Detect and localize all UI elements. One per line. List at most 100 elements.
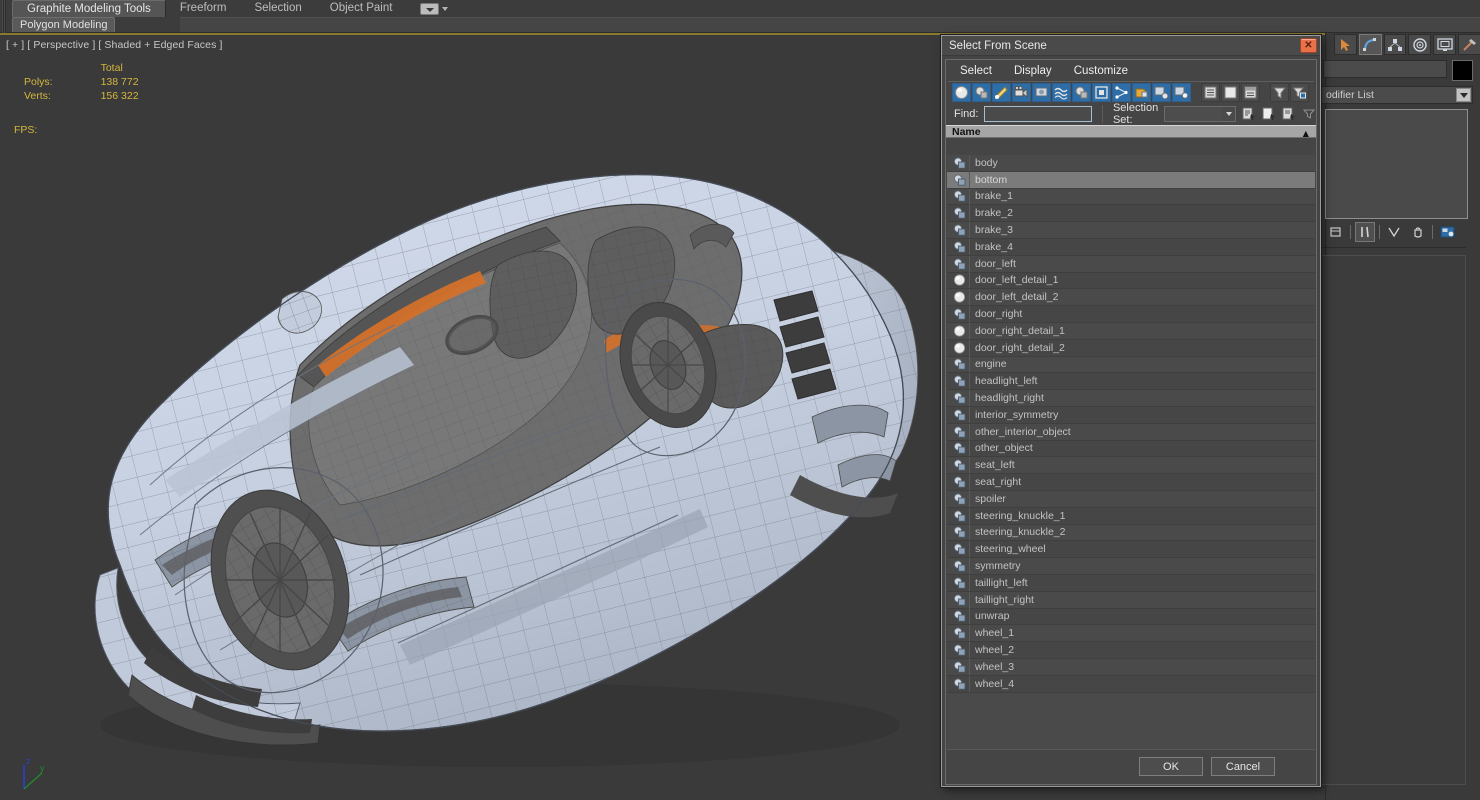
select-by-name-button[interactable]: [1242, 106, 1256, 123]
table-row[interactable]: door_right_detail_2: [947, 339, 1315, 357]
table-row[interactable]: door_left: [947, 255, 1315, 273]
table-row[interactable]: interior_symmetry: [947, 406, 1315, 424]
table-row[interactable]: taillight_right: [947, 591, 1315, 609]
table-row[interactable]: door_right_detail_1: [947, 322, 1315, 340]
display-groups-button[interactable]: [1072, 83, 1091, 102]
object-color-swatch[interactable]: [1452, 60, 1473, 81]
make-unique-button[interactable]: [1384, 222, 1404, 242]
display-tab[interactable]: [1433, 34, 1457, 55]
display-children-button[interactable]: [1152, 83, 1171, 102]
modifier-list-dropdown[interactable]: odifier List: [1320, 86, 1473, 104]
mesh-icon: [952, 643, 967, 657]
columns-view-button[interactable]: [1241, 83, 1260, 102]
table-row[interactable]: unwrap: [947, 608, 1315, 626]
table-row[interactable]: symmetry: [947, 558, 1315, 575]
object-name: taillight_left: [975, 576, 1028, 589]
cancel-button[interactable]: Cancel: [1211, 757, 1275, 776]
divider: [1350, 225, 1351, 239]
funnel-icon: [1273, 87, 1286, 99]
list-view-button[interactable]: [1201, 83, 1220, 102]
search-input[interactable]: [984, 106, 1093, 122]
ribbon-tab-graphite-modeling-tools[interactable]: Graphite Modeling Tools: [12, 0, 166, 17]
table-row[interactable]: brake_3: [947, 222, 1315, 239]
table-row[interactable]: steering_knuckle_2: [947, 524, 1315, 542]
hierarchy-tab[interactable]: [1383, 34, 1407, 55]
object-name: door_right_detail_1: [975, 324, 1065, 337]
table-row[interactable]: other_object: [947, 440, 1315, 458]
blank-page-icon: [1224, 86, 1237, 99]
select-invert-button[interactable]: [1282, 106, 1296, 123]
display-xrefs-button[interactable]: [1092, 83, 1111, 102]
filter-button[interactable]: [1270, 83, 1289, 102]
display-cameras-button[interactable]: [1012, 83, 1031, 102]
mesh-icon: [953, 308, 966, 320]
table-row[interactable]: bottom: [947, 171, 1315, 189]
menu-item-display[interactable]: Display: [1014, 65, 1052, 77]
table-row[interactable]: seat_right: [947, 474, 1315, 491]
table-row[interactable]: brake_4: [947, 238, 1315, 256]
ribbon-tab-selection[interactable]: Selection: [240, 0, 315, 17]
table-row[interactable]: brake_2: [947, 205, 1315, 223]
display-space-warps-button[interactable]: [1052, 83, 1071, 102]
table-row[interactable]: wheel_2: [947, 642, 1315, 659]
filter-dropdown-button[interactable]: [1302, 106, 1316, 123]
chevron-down-icon[interactable]: [1222, 107, 1235, 121]
table-row[interactable]: spoiler: [947, 490, 1315, 508]
display-bones-button[interactable]: [1112, 83, 1131, 102]
utilities-tab[interactable]: [1458, 34, 1480, 55]
table-row[interactable]: steering_wheel: [947, 541, 1315, 559]
ribbon-tab-label: Freeform: [179, 2, 227, 14]
display-influences-button[interactable]: [1172, 83, 1191, 102]
menu-item-select[interactable]: Select: [960, 65, 992, 77]
table-row[interactable]: wheel_3: [947, 658, 1315, 676]
display-shapes-button[interactable]: [972, 83, 991, 102]
dialog-title-bar[interactable]: Select From Scene ✕: [942, 36, 1320, 56]
display-lights-button[interactable]: [992, 83, 1011, 102]
modifier-stack-list[interactable]: [1325, 109, 1468, 219]
advanced-filter-button[interactable]: [1290, 83, 1309, 102]
modify-tab[interactable]: [1358, 34, 1382, 55]
table-row[interactable]: steering_knuckle_1: [947, 507, 1315, 525]
table-row[interactable]: wheel_4: [947, 675, 1315, 693]
scene-object-list[interactable]: body bottom brake_1 brake_2 brake_3 brake_4 do…: [947, 155, 1315, 749]
create-tab[interactable]: [1334, 34, 1357, 55]
table-row[interactable]: door_left_detail_2: [947, 289, 1315, 307]
select-none-button[interactable]: [1262, 106, 1276, 123]
show-end-result-button[interactable]: [1355, 222, 1375, 242]
page-cursor-icon: [1262, 107, 1275, 121]
chevron-down-icon[interactable]: [1456, 88, 1471, 102]
display-geometry-button[interactable]: [952, 83, 971, 102]
object-name-field[interactable]: [1323, 60, 1447, 78]
ribbon-view-dropdown[interactable]: [420, 2, 456, 15]
table-row[interactable]: seat_left: [947, 457, 1315, 475]
display-helpers-button[interactable]: [1032, 83, 1051, 102]
ribbon-subtab-polygon-modeling[interactable]: Polygon Modeling: [12, 17, 116, 32]
table-row[interactable]: wheel_1: [947, 625, 1315, 643]
ok-button[interactable]: OK: [1139, 757, 1203, 776]
list-column-header[interactable]: Name ▲: [946, 125, 1316, 140]
ribbon-tab-object-paint[interactable]: Object Paint: [316, 0, 407, 17]
remove-modifier-button[interactable]: [1408, 222, 1428, 242]
table-row[interactable]: brake_1: [947, 188, 1315, 206]
table-row[interactable]: taillight_left: [947, 574, 1315, 592]
table-row[interactable]: headlight_left: [947, 373, 1315, 391]
detail-view-button[interactable]: [1221, 83, 1240, 102]
table-row[interactable]: body: [947, 155, 1315, 172]
table-row[interactable]: headlight_right: [947, 390, 1315, 407]
table-row[interactable]: door_left_detail_1: [947, 272, 1315, 290]
configure-modifier-sets-button[interactable]: [1437, 222, 1457, 242]
menu-item-customize[interactable]: Customize: [1074, 65, 1128, 77]
sphere-icon: [953, 342, 966, 354]
table-row[interactable]: door_right: [947, 306, 1315, 323]
table-row[interactable]: engine: [947, 356, 1315, 374]
table-row[interactable]: other_interior_object: [947, 423, 1315, 441]
motion-tab[interactable]: [1408, 34, 1432, 55]
selection-set-dropdown[interactable]: [1164, 106, 1236, 122]
object-name: interior_symmetry: [975, 408, 1059, 421]
ribbon-tab-freeform[interactable]: Freeform: [166, 0, 241, 17]
pin-stack-button[interactable]: [1326, 222, 1346, 242]
ribbon-grip[interactable]: [2, 0, 11, 33]
display-containers-button[interactable]: [1132, 83, 1151, 102]
viewport-label[interactable]: [ + ] [ Perspective ] [ Shaded + Edged F…: [6, 39, 222, 51]
close-icon[interactable]: ✕: [1300, 38, 1317, 53]
